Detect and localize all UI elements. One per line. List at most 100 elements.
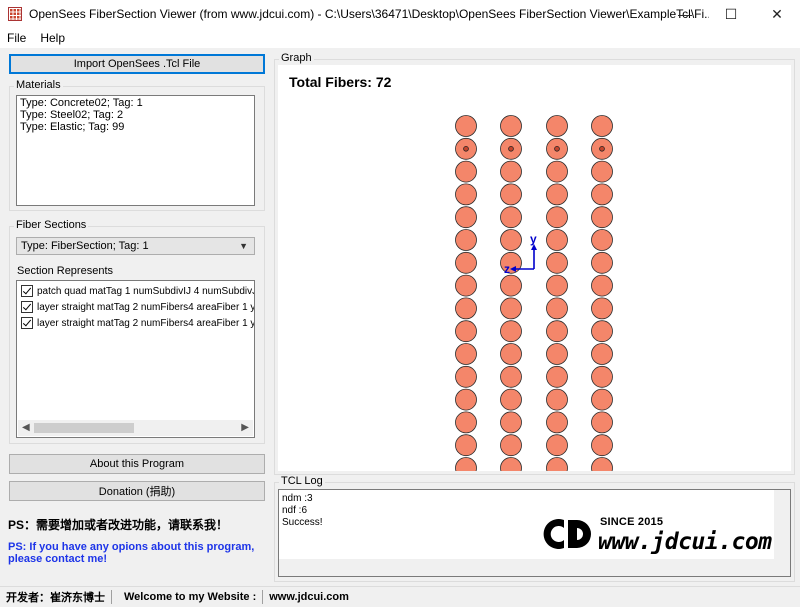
vertical-scrollbar[interactable] (774, 490, 790, 560)
fiber-circle (500, 365, 522, 388)
fiber-circle (500, 115, 522, 137)
menu-bar: File Help (0, 28, 800, 48)
section-represents-list[interactable]: patch quad matTag 1 numSubdivIJ 4 numSub… (16, 280, 255, 438)
fiber-circle (591, 388, 613, 411)
materials-label: Materials (14, 79, 63, 91)
fiber-circle (500, 388, 522, 411)
jdcui-logo-icon (543, 519, 591, 549)
fiber-circle (455, 251, 477, 274)
fiber-circle (546, 388, 568, 411)
fiber-circle (500, 297, 522, 320)
scroll-right-icon[interactable]: ▶ (241, 422, 249, 433)
fiber-circle (591, 320, 613, 343)
about-button[interactable]: About this Program (9, 454, 265, 474)
rebar-fiber-dot (599, 146, 605, 152)
status-bar: 开发者：崔济东博士 Welcome to my Website : www.jd… (0, 586, 800, 607)
graph-canvas[interactable]: Total Fibers: 72 yz (278, 65, 791, 471)
fiber-circle (455, 115, 477, 137)
log-line: Success! (282, 517, 323, 528)
checkbox[interactable] (21, 317, 33, 329)
fiber-circle (500, 320, 522, 343)
menu-help[interactable]: Help (33, 31, 72, 45)
fiber-section-selected: Type: FiberSection; Tag: 1 (21, 240, 149, 252)
donation-button[interactable]: Donation (捐助) (9, 481, 265, 501)
fiber-circle (546, 160, 568, 183)
fiber-circle (455, 206, 477, 229)
fiber-circle (591, 229, 613, 251)
fiber-circle (591, 343, 613, 365)
import-tcl-button[interactable]: Import OpenSees .Tcl File (9, 54, 265, 74)
fiber-circle (455, 343, 477, 365)
z-axis-label: z (504, 262, 510, 276)
list-item[interactable]: layer straight matTag 2 numFibers4 areaF… (21, 300, 254, 314)
fiber-circle (455, 365, 477, 388)
fiber-circle (591, 411, 613, 434)
rebar-fiber-dot (463, 146, 469, 152)
fiber-circle (500, 229, 522, 251)
window-controls: — ☐ ✕ (662, 0, 800, 28)
fiber-circle (591, 206, 613, 229)
fiber-circle (455, 457, 477, 471)
ps-chinese-text: PS：需要增加或者改进功能，请联系我！ (8, 518, 229, 532)
close-icon: ✕ (771, 5, 783, 22)
material-item[interactable]: Type: Elastic; Tag: 99 (20, 121, 251, 133)
fiber-circle (500, 160, 522, 183)
title-bar[interactable]: OpenSees FiberSection Viewer (from www.j… (0, 0, 800, 28)
fiber-circle (546, 434, 568, 457)
list-item[interactable]: layer straight matTag 2 numFibers4 areaF… (21, 316, 254, 330)
section-represents-label: Section Represents (17, 265, 113, 277)
close-button[interactable]: ✕ (754, 0, 800, 28)
fiber-circle (455, 160, 477, 183)
fiber-circle (455, 320, 477, 343)
fiber-circle (591, 160, 613, 183)
fiber-section-select[interactable]: Type: FiberSection; Tag: 1 ▼ (16, 237, 255, 255)
minimize-button[interactable]: — (662, 0, 708, 28)
fiber-circle (546, 229, 568, 251)
window-title: OpenSees FiberSection Viewer (from www.j… (29, 7, 709, 21)
fiber-circle (455, 297, 477, 320)
tcl-log-label: TCL Log (279, 475, 325, 487)
scroll-left-icon[interactable]: ◀ (22, 422, 30, 433)
maximize-button[interactable]: ☐ (708, 0, 754, 28)
fiber-circle (591, 457, 613, 471)
checkbox[interactable] (21, 285, 33, 297)
fiber-circle (500, 411, 522, 434)
fiber-circle (546, 251, 568, 274)
fiber-circle (591, 365, 613, 388)
fiber-circle (455, 183, 477, 206)
chevron-down-icon: ▼ (239, 241, 248, 251)
fiber-circle (591, 274, 613, 297)
fiber-circle (500, 206, 522, 229)
scroll-thumb[interactable] (34, 423, 134, 433)
horizontal-scrollbar[interactable] (279, 559, 776, 576)
fiber-section-plot: yz (455, 115, 613, 471)
fiber-circle (546, 365, 568, 388)
horizontal-scrollbar[interactable]: ◀ ▶ (18, 420, 253, 436)
app-icon (8, 7, 22, 21)
list-item[interactable]: patch quad matTag 1 numSubdivIJ 4 numSub… (21, 284, 254, 298)
maximize-icon: ☐ (724, 5, 738, 22)
fiber-circle (455, 411, 477, 434)
status-website[interactable]: www.jdcui.com (263, 591, 355, 603)
y-axis-label: y (530, 232, 537, 246)
material-item[interactable]: Type: Steel02; Tag: 2 (20, 109, 251, 121)
fiber-sections-label: Fiber Sections (14, 219, 89, 231)
fiber-circle (546, 320, 568, 343)
fiber-circle (591, 183, 613, 206)
material-item[interactable]: Type: Concrete02; Tag: 1 (20, 97, 251, 109)
fiber-circle (546, 343, 568, 365)
checkbox[interactable] (21, 301, 33, 313)
ps-english-text: PS: If you have any opions about this pr… (8, 541, 255, 565)
materials-list[interactable]: Type: Concrete02; Tag: 1 Type: Steel02; … (16, 95, 255, 206)
rebar-fiber-dot (554, 146, 560, 152)
status-developer: 开发者：崔济东博士 (6, 592, 105, 604)
logo-url-text: www.jdcui.com (598, 529, 772, 555)
fiber-circle (546, 206, 568, 229)
fiber-circle (500, 274, 522, 297)
minimize-icon: — (678, 6, 692, 22)
menu-file[interactable]: File (0, 31, 33, 45)
rebar-fiber-dot (508, 146, 514, 152)
logo-since-text: SINCE 2015 (600, 516, 664, 528)
fiber-circle (591, 115, 613, 137)
graph-label: Graph (279, 52, 314, 64)
